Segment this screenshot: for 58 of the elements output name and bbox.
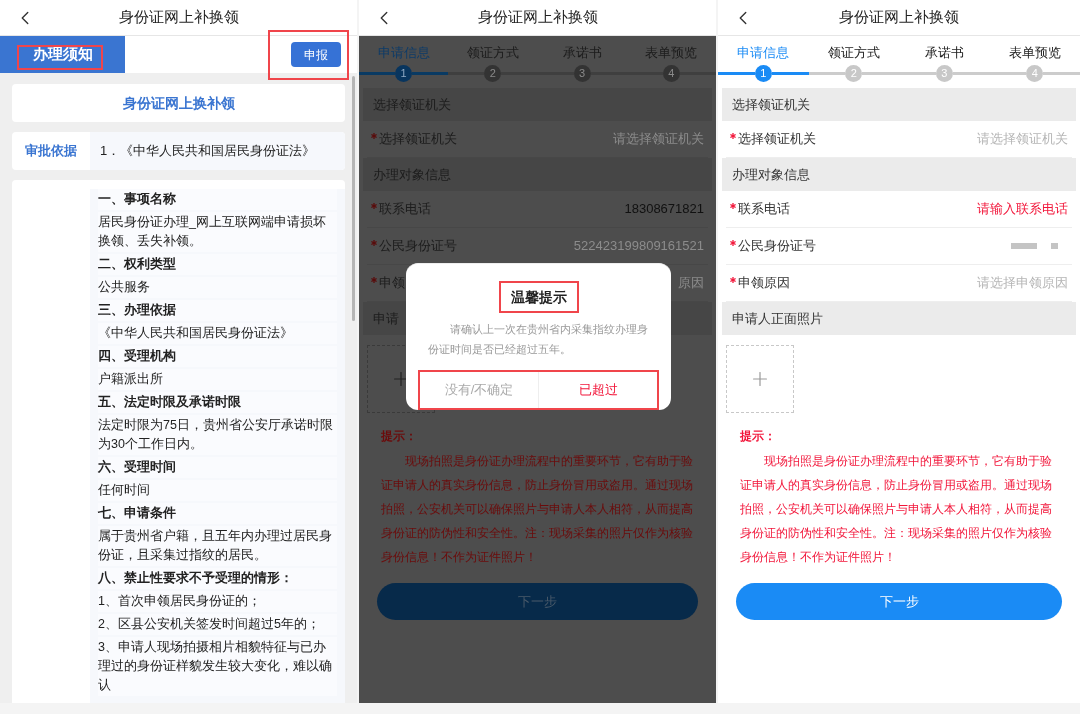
section-heading: 一、事项名称 [98, 189, 337, 210]
page-title: 身份证网上补换领 [118, 7, 239, 28]
page-title: 身份证网上补换领 [477, 7, 598, 28]
step-number: 1 [395, 65, 413, 82]
cancel-button[interactable]: 没有/不确定 [420, 372, 538, 408]
card-title: 身份证网上换补领 [12, 84, 345, 122]
step-tab[interactable]: 表单预览 [1008, 44, 1061, 62]
tip-title: 提示： [740, 428, 777, 445]
section-text: 公共服务 [98, 277, 337, 298]
section-header: 申请人正面照片 [722, 302, 1076, 335]
section-text: 居民身份证办理_网上互联网端申请损坏换领、丢失补领。 [98, 212, 337, 252]
confirm-button[interactable]: 已超过 [538, 372, 657, 408]
field-label: 公民身份证号 [738, 237, 816, 256]
section-heading: 八、禁止性要求不予受理的情形： [98, 568, 337, 589]
select-placeholder[interactable]: 请选择申领原因 [977, 273, 1068, 293]
select-placeholder[interactable]: 请选择领证机关 [613, 129, 704, 149]
dialog-title: 温馨提示 [510, 289, 567, 305]
tip-title: 提示： [381, 428, 418, 445]
section-text: 任何时间 [98, 480, 337, 501]
section-heading: 五、法定时限及承诺时限 [98, 392, 337, 413]
next-button[interactable]: 下一步 [736, 583, 1062, 620]
step-tab[interactable]: 申请信息 [737, 44, 790, 62]
field-label: 选择领证机关 [738, 130, 816, 149]
phone-value[interactable]: 18308671821 [624, 199, 704, 219]
page-title: 身份证网上补换领 [839, 7, 959, 28]
section-text: 2、区县公安机关签发时间超过5年的； [98, 614, 337, 635]
step-number: 4 [662, 65, 680, 82]
submit-button[interactable]: 申报 [291, 42, 341, 67]
tab[interactable]: 办理须知 [0, 36, 125, 73]
field-label: 联系电话 [738, 200, 790, 219]
redacted-value [1011, 243, 1058, 249]
error-prompt[interactable]: 请输入联系电话 [977, 199, 1068, 219]
basis-label: 审批依据 [24, 142, 78, 161]
select-placeholder[interactable]: 请选择领证机关 [977, 129, 1068, 149]
section-text: 属于贵州省户籍，且五年内办理过居民身份证，且采集过指纹的居民。 [98, 526, 337, 566]
step-tab[interactable]: 领证方式 [827, 44, 880, 62]
step-number: 3 [573, 65, 591, 82]
section-header: 办理对象信息 [722, 158, 1076, 191]
step-tab[interactable]: 承诺书 [924, 44, 964, 62]
basis-value: 1．《中华人民共和国居民身份证法》 [90, 132, 345, 170]
section-text: 3、申请人现场拍摄相片相貌特征与已办理过的身份证样貌发生较大变化，难以确认 [98, 637, 337, 696]
section-heading: 六、受理时间 [98, 457, 337, 478]
id-number-value: 522423199809161521 [573, 237, 704, 256]
section-heading: 三、办理依据 [98, 300, 337, 321]
section-text: 法定时限为75日，贵州省公安厅承诺时限为30个工作日内。 [98, 415, 337, 455]
section-heading: 二、权利类型 [98, 254, 337, 275]
section-header: 选择领证机关 [722, 88, 1076, 121]
section-text: 户籍派出所 [98, 369, 337, 390]
step-number: 2 [484, 65, 502, 82]
field-label: 申领原因 [738, 274, 790, 293]
section-text: 《中华人民共和国居民身份证法》 [98, 323, 337, 344]
select-placeholder[interactable]: 原因 [678, 273, 704, 293]
step-tab[interactable]: 申请信息 [377, 44, 430, 62]
step-number: 1 [754, 65, 772, 82]
tip-text: 现场拍照是身份证办理流程中的重要环节，它有助于验证申请人的真实身份信息，防止身份冒用或盗用。通过现场拍照，公安机关可以确保照片与申请人本人相符，从而提高身份证的防伪性和安全性。注：现场采集的照片仅作为核验身份信息！不作为证件照片！ [740, 453, 1053, 566]
section-heading: 四、受理机构 [98, 346, 337, 367]
section-text: 1、首次申领居民身份证的； [98, 591, 337, 612]
section-heading: 七、申请条件 [98, 503, 337, 524]
